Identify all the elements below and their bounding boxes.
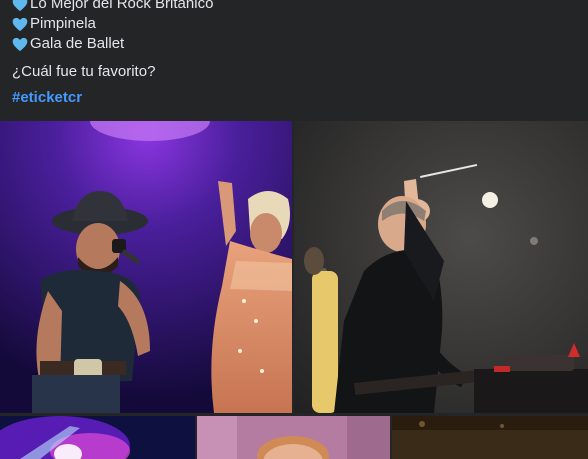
list-item-text: Lo Mejor del Rock Británico — [30, 0, 214, 12]
hashtag-link[interactable]: #eticketcr — [12, 88, 572, 108]
list-item-text: Pimpinela — [30, 15, 96, 32]
photo-singer-dancer[interactable] — [0, 121, 292, 413]
photo-stage-lights[interactable] — [0, 416, 195, 459]
post-text: Lo Mejor del Rock Británico Pimpinela Ga… — [12, 0, 572, 108]
blue-heart-icon — [12, 37, 28, 51]
photo-portrait-pink[interactable] — [197, 416, 390, 459]
blue-heart-icon — [12, 17, 28, 31]
blue-heart-icon — [12, 0, 28, 11]
list-item: Gala de Ballet — [12, 34, 572, 54]
photo-dark-stage[interactable] — [392, 416, 588, 459]
photo-grid — [0, 121, 588, 459]
photo-conductor[interactable] — [294, 121, 588, 413]
list-item: Lo Mejor del Rock Británico — [12, 0, 572, 14]
list-item-text: Gala de Ballet — [30, 35, 125, 52]
post-question: ¿Cuál fue tu favorito? — [12, 63, 156, 80]
list-item: Pimpinela — [12, 14, 572, 34]
